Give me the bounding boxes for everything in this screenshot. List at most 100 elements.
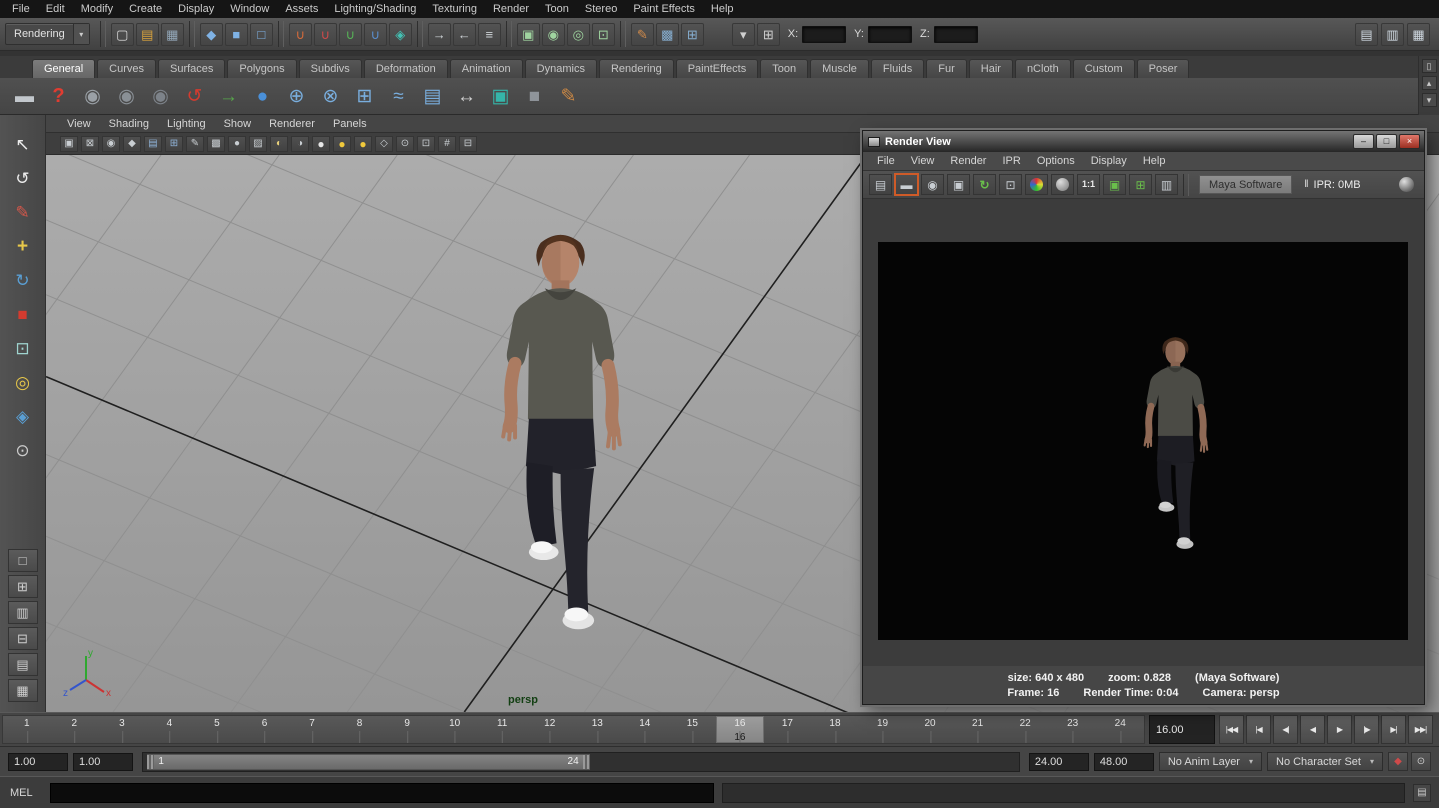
shelf-scroll-up-icon[interactable]: ▴ (1422, 76, 1437, 90)
help-icon[interactable]: ? (44, 82, 73, 111)
grease-pencil-icon[interactable]: ✎ (186, 136, 204, 152)
shelf-tab[interactable]: Rendering (599, 59, 674, 78)
animation-end-field[interactable]: 48.00 (1094, 753, 1154, 771)
go-to-start-button[interactable]: |◀◀ (1219, 715, 1244, 744)
rotate-tool-icon[interactable]: ↻ (9, 267, 37, 293)
menu-item[interactable]: Toon (537, 0, 577, 18)
menu-item[interactable]: Texturing (424, 0, 485, 18)
anim-layer-dropdown[interactable]: No Anim Layer ▾ (1159, 752, 1262, 771)
panel-menu-item[interactable]: Shading (100, 118, 158, 130)
panel-menu-item[interactable]: Lighting (158, 118, 215, 130)
render-view-menu-item[interactable]: View (903, 155, 943, 167)
soft-modification-tool-icon[interactable]: ◎ (9, 369, 37, 395)
scale-tool-icon[interactable]: ■ (9, 301, 37, 327)
layout-two-pane-side-button[interactable]: ▥ (8, 601, 38, 624)
lasso-select-tool-icon[interactable]: ↺ (9, 165, 37, 191)
ipr-render-icon[interactable]: ▣ (947, 174, 970, 195)
render-region-icon[interactable]: ⊡ (999, 174, 1022, 195)
poly-cube-icon[interactable]: ■ (520, 82, 549, 111)
playback-range-bar[interactable]: 1 24 (147, 754, 589, 770)
snap-to-view-planes-icon[interactable]: ∪ (364, 23, 387, 46)
shelf-tab[interactable]: Muscle (810, 59, 869, 78)
y-input[interactable] (868, 26, 912, 43)
input-connections-icon[interactable]: → (428, 23, 451, 46)
shelf-tab[interactable]: Animation (450, 59, 523, 78)
shelf-tab[interactable]: Dynamics (525, 59, 597, 78)
show-manipulator-tool-icon[interactable]: ◈ (9, 403, 37, 429)
channel-box-toggle-icon[interactable]: ▦ (1407, 23, 1430, 46)
hypershade-icon[interactable]: ⊞ (350, 82, 379, 111)
menu-set-selector[interactable]: Rendering ▾ (5, 23, 90, 45)
isolate-select-icon[interactable]: ⊙ (396, 136, 414, 152)
ipr-render-icon[interactable]: ◎ (567, 23, 590, 46)
lighting-icon[interactable]: ◐ (270, 136, 288, 152)
minimize-button[interactable]: – (1353, 134, 1374, 149)
snap-to-curves-icon[interactable]: ∪ (314, 23, 337, 46)
go-to-end-button[interactable]: ▶▶| (1408, 715, 1433, 744)
ipr-pause-icon[interactable]: ‖ (1304, 179, 1308, 190)
command-output[interactable] (722, 783, 1405, 803)
step-forward-frame-button[interactable]: |▶ (1354, 715, 1379, 744)
shelf-tab[interactable]: PaintEffects (676, 59, 759, 78)
make-live-icon[interactable]: ◈ (389, 23, 412, 46)
select-by-object-icon[interactable]: ■ (225, 23, 248, 46)
playback-end-field[interactable]: 24.00 (1029, 753, 1089, 771)
rendered-image[interactable] (878, 242, 1408, 640)
hypershade-panel-icon[interactable]: ▩ (656, 23, 679, 46)
render-view-menu-item[interactable]: Help (1135, 155, 1174, 167)
field-chart-icon[interactable]: # (438, 136, 456, 152)
attribute-editor-toggle-icon[interactable]: ▤ (1355, 23, 1378, 46)
toolbar-divider[interactable] (189, 21, 195, 47)
panel-menu-item[interactable]: Renderer (260, 118, 324, 130)
nurbs-sphere-icon[interactable]: ● (248, 82, 277, 111)
animation-preferences-icon[interactable]: ⊙ (1411, 752, 1431, 771)
auto-keyframe-icon[interactable]: ◆ (1388, 752, 1408, 771)
render-slate-icon[interactable]: ▬ (10, 82, 39, 111)
paint-selection-tool-icon[interactable]: ✎ (9, 199, 37, 225)
shelf-tab[interactable]: Curves (97, 59, 156, 78)
tool-settings-toggle-icon[interactable]: ▥ (1381, 23, 1404, 46)
camera-attributes-icon[interactable]: ◉ (102, 136, 120, 152)
shelf-tab[interactable]: Toon (760, 59, 808, 78)
uv-editor-icon[interactable]: ⊞ (681, 23, 704, 46)
select-camera-icon[interactable]: ▣ (60, 136, 78, 152)
dope-sheet-icon[interactable]: ▤ (418, 82, 447, 111)
shelf-tab[interactable]: Hair (969, 59, 1013, 78)
shelf-scroll-down-icon[interactable]: ▾ (1422, 93, 1437, 107)
distance-tool-icon[interactable]: ↔ (452, 82, 481, 111)
open-render-view-icon[interactable]: ▣ (517, 23, 540, 46)
render-view-menu-item[interactable]: Render (942, 155, 994, 167)
one-to-one-icon[interactable]: 1:1 (1077, 174, 1100, 195)
paint-effects-panel-icon[interactable]: ✎ (631, 23, 654, 46)
render-view-menu-item[interactable]: File (869, 155, 903, 167)
step-back-key-button[interactable]: |◀ (1246, 715, 1271, 744)
panel-menu-item[interactable]: Show (215, 118, 261, 130)
select-by-component-icon[interactable]: □ (250, 23, 273, 46)
render-view-menu-item[interactable]: Options (1029, 155, 1083, 167)
menu-item[interactable]: File (4, 0, 38, 18)
render-settings-icon[interactable]: ▥ (1155, 174, 1178, 195)
shelf-tab[interactable]: Fluids (871, 59, 924, 78)
menu-item[interactable]: Help (703, 0, 742, 18)
menu-item[interactable]: Window (222, 0, 277, 18)
shelf-tab[interactable]: Deformation (364, 59, 448, 78)
world-space-snap-icon[interactable]: ⊞ (757, 23, 780, 46)
shelf-tab[interactable]: Subdivs (299, 59, 362, 78)
move-tool-icon[interactable]: + (9, 233, 37, 259)
open-image-icon[interactable]: ▤ (869, 174, 892, 195)
layout-hypershade-persp-button[interactable]: ▦ (8, 679, 38, 702)
script-editor-icon[interactable]: ▤ (1413, 784, 1431, 802)
open-scene-icon[interactable]: ▤ (136, 23, 159, 46)
toolbar-divider[interactable] (620, 21, 626, 47)
lock-camera-icon[interactable]: ⊠ (81, 136, 99, 152)
menu-item[interactable]: Render (485, 0, 537, 18)
camera-icon[interactable]: ◉ (78, 82, 107, 111)
layout-four-pane-button[interactable]: ⊞ (8, 575, 38, 598)
gamma-icon[interactable]: ⊞ (1129, 174, 1152, 195)
render-view-menu-item[interactable]: Display (1083, 155, 1135, 167)
new-scene-icon[interactable]: ▢ (111, 23, 134, 46)
x-input[interactable] (802, 26, 846, 43)
shelf-tab[interactable]: Polygons (227, 59, 296, 78)
play-forward-button[interactable]: ▶ (1327, 715, 1352, 744)
resolution-gate-icon[interactable]: ⊡ (417, 136, 435, 152)
